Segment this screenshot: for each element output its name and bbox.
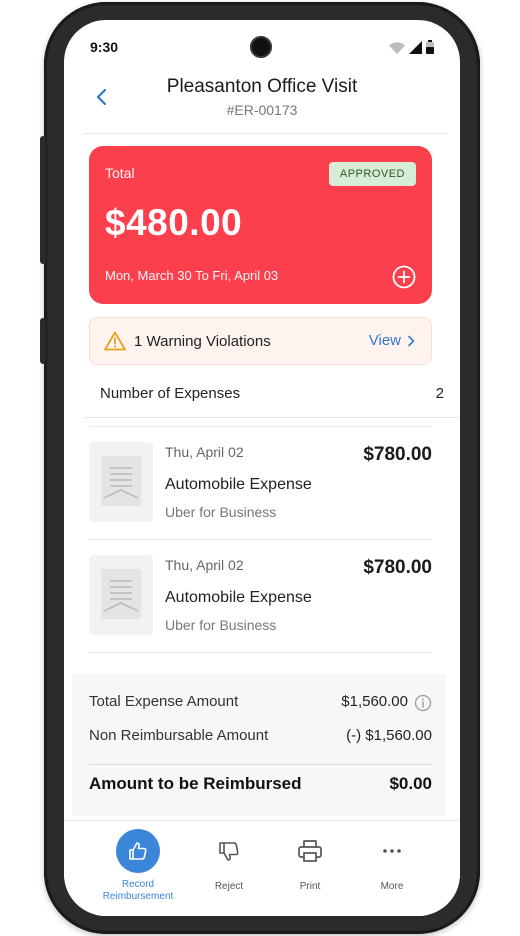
- receipt-thumbnail: [89, 555, 153, 635]
- non-reimbursable-value: (-) $1,560.00: [346, 727, 432, 744]
- report-id: #ER-00173: [226, 102, 298, 118]
- tab-label: Reject: [214, 881, 244, 892]
- chevron-right-icon: [408, 335, 415, 346]
- totals-divider: [89, 764, 432, 765]
- status-bar: 9:30: [64, 20, 460, 72]
- signal-icon: [409, 41, 422, 54]
- total-card: Total APPROVED $480.00 Mon, March 30 To …: [89, 146, 432, 304]
- add-circle-icon[interactable]: [392, 265, 416, 289]
- phone-side-button: [40, 136, 46, 264]
- item-divider: [89, 426, 432, 427]
- wifi-icon: [389, 42, 405, 54]
- tab-label: More: [380, 881, 404, 892]
- item-divider: [89, 652, 432, 653]
- thumbs-up-icon: [116, 829, 160, 873]
- tab-label: Print: [299, 881, 321, 892]
- status-time: 9:30: [90, 39, 119, 55]
- print-button[interactable]: Print: [265, 829, 355, 893]
- page-title: Pleasanton Office Visit: [166, 76, 358, 97]
- receipt-icon: [101, 456, 141, 506]
- view-violations-link[interactable]: View: [369, 332, 415, 349]
- status-icons: [389, 40, 434, 54]
- date-range: Mon, March 30 To Fri, April 03: [105, 268, 279, 283]
- expense-amount: $780.00: [363, 444, 432, 465]
- more-button[interactable]: More: [347, 829, 437, 893]
- expense-vendor: Uber for Business: [165, 617, 277, 633]
- expense-vendor: Uber for Business: [165, 504, 277, 520]
- phone-side-button: [40, 318, 46, 364]
- thumbs-down-icon: [207, 829, 251, 873]
- reimburse-label: Amount to be Reimbursed: [89, 774, 302, 793]
- expense-category: Automobile Expense: [165, 476, 312, 493]
- battery-icon: [426, 40, 434, 54]
- view-label: View: [368, 332, 401, 349]
- non-reimbursable-label: Non Reimbursable Amount: [89, 727, 269, 744]
- total-expense-value: $1,560.00: [341, 693, 408, 710]
- expense-date: Thu, April 02: [165, 444, 244, 460]
- expense-date: Thu, April 02: [165, 557, 244, 573]
- app-screen: 9:30 Pleasanton Office Visit #ER-00173 T…: [64, 20, 460, 916]
- reimburse-row: Amount to be Reimbursed $0.00: [89, 774, 432, 796]
- expense-item[interactable]: Thu, April 02 $780.00 Automobile Expense…: [89, 426, 432, 538]
- reimburse-value: $0.00: [389, 774, 432, 793]
- expenses-count-row: Number of Expenses 2: [84, 376, 444, 416]
- receipt-icon: [101, 569, 141, 619]
- warning-triangle-icon: [104, 331, 126, 351]
- status-badge: APPROVED: [328, 162, 416, 186]
- expense-amount: $780.00: [363, 557, 432, 578]
- section-divider: [84, 417, 460, 418]
- reject-button[interactable]: Reject: [184, 829, 274, 893]
- info-icon[interactable]: [414, 694, 432, 712]
- item-divider: [89, 539, 432, 540]
- printer-icon: [288, 829, 332, 873]
- total-expense-label: Total Expense Amount: [89, 693, 239, 710]
- expenses-count-value: 2: [435, 385, 444, 402]
- warning-banner: 1 Warning Violations View: [89, 317, 432, 365]
- total-label: Total: [105, 165, 135, 181]
- totals-summary: Total Expense Amount $1,560.00 Non Reimb…: [72, 674, 446, 816]
- expense-category: Automobile Expense: [165, 589, 312, 606]
- record-reimbursement-button[interactable]: Record Reimbursement: [93, 829, 183, 903]
- total-amount: $480.00: [105, 202, 243, 243]
- header-divider: [84, 133, 448, 134]
- non-reimbursable-row: Non Reimbursable Amount (-) $1,560.00: [89, 727, 432, 749]
- warning-text: 1 Warning Violations: [134, 333, 271, 350]
- total-expense-row: Total Expense Amount $1,560.00: [89, 693, 432, 715]
- action-bar: Record Reimbursement Reject Print More: [64, 820, 460, 916]
- expenses-count-label: Number of Expenses: [100, 385, 241, 402]
- expense-item[interactable]: Thu, April 02 $780.00 Automobile Expense…: [89, 539, 432, 651]
- camera-hole: [250, 36, 272, 58]
- tab-label: Record Reimbursement: [102, 879, 174, 902]
- receipt-thumbnail: [89, 442, 153, 522]
- more-icon: [370, 829, 414, 873]
